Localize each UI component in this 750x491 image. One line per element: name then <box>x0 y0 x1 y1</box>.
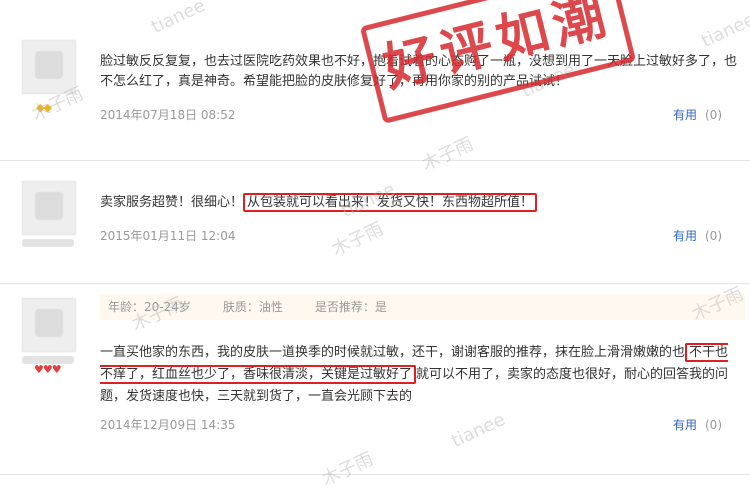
useful-count: (0) <box>705 229 722 243</box>
avatar[interactable] <box>22 181 76 235</box>
review-item: ♥♥♥ 年龄：20-24岁 肤质：油性 是否推荐：是 一直买他家的东西，我的皮肤一道… <box>0 284 750 474</box>
username[interactable] <box>22 239 74 247</box>
review-date: 2014年07月18日 08:52 <box>100 108 236 122</box>
attr-recommend: 是否推荐：是 <box>314 300 387 314</box>
useful-label[interactable]: 有用 <box>673 229 697 243</box>
review-text-part: 一直买他家的东西，我的皮肤一道换季的时候就过敏，还干，谢谢客服的推荐，抹在脸上滑… <box>100 345 686 360</box>
review-item: 卖家服务超赞！很细心！ 从包装就可以看出来！发货又快！东西物超所值！ 2015年0… <box>0 161 750 283</box>
review-date: 2014年12月09日 14:35 <box>100 418 236 432</box>
avatar[interactable] <box>22 298 76 352</box>
avatar[interactable] <box>22 40 76 94</box>
useful-count: (0) <box>705 418 722 432</box>
review-text-part: 卖家服务超赞！很细心！ <box>100 195 244 210</box>
review-item: ◆◆ 脸过敏反反复复，也去过医院吃药效果也不好，抱着试着的心态购了一瓶，没想到用… <box>0 0 750 160</box>
rank-diamond-icon: ◆◆ <box>36 101 52 114</box>
review-text: 脸过敏反反复复，也去过医院吃药效果也不好，抱着试着的心态购了一瓶，没想到用了一天… <box>100 54 738 89</box>
divider <box>0 474 750 475</box>
rank-heart-icon: ♥♥♥ <box>34 363 62 376</box>
useful-count: (0) <box>705 108 722 122</box>
buyer-attributes: 年龄：20-24岁 肤质：油性 是否推荐：是 <box>100 294 745 320</box>
review-date: 2015年01月11日 12:04 <box>100 229 236 243</box>
attr-skin: 肤质：油性 <box>222 300 283 314</box>
attr-age: 年龄：20-24岁 <box>108 300 191 314</box>
useful-button[interactable]: 有用 (0) <box>673 106 722 123</box>
review-text: 卖家服务超赞！很细心！ 从包装就可以看出来！发货又快！东西物超所值！ <box>100 193 740 213</box>
review-text: 一直买他家的东西，我的皮肤一道换季的时候就过敏，还干，谢谢客服的推荐，抹在脸上滑… <box>100 342 736 408</box>
highlight-box: 从包装就可以看出来！发货又快！东西物超所值！ <box>243 193 538 212</box>
useful-label[interactable]: 有用 <box>673 418 697 432</box>
useful-button[interactable]: 有用 (0) <box>673 416 722 433</box>
useful-label[interactable]: 有用 <box>673 108 697 122</box>
useful-button[interactable]: 有用 (0) <box>673 227 722 244</box>
